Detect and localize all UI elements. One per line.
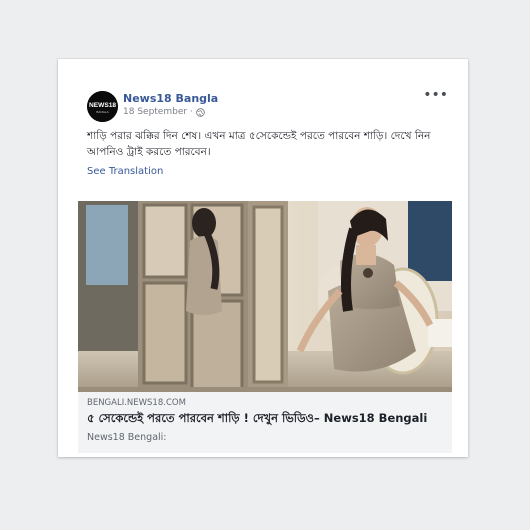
post-header: NEWS18 BANGLA News18 Bangla 18 September… (78, 84, 452, 122)
link-preview-card[interactable]: BENGALI.NEWS18.COM ৫ সেকেন্ডেই পরতে পারব… (78, 201, 452, 453)
news18-logo: NEWS18 BANGLA (87, 91, 118, 122)
more-options-icon[interactable]: ••• (423, 88, 448, 102)
avatar-subtext: BANGLA (96, 110, 108, 114)
see-translation-link[interactable]: See Translation (87, 166, 163, 177)
link-preview-image[interactable] (78, 201, 452, 392)
page-avatar[interactable]: NEWS18 BANGLA (87, 91, 118, 122)
page-name[interactable]: News18 Bangla (123, 92, 218, 105)
link-domain: BENGALI.NEWS18.COM (87, 398, 186, 408)
globe-icon (195, 107, 205, 117)
post-date[interactable]: 18 September · (123, 107, 193, 117)
post-meta: 18 September · (123, 107, 205, 117)
link-headline[interactable]: ৫ সেকেন্ডেই পরতে পারবেন শাড়ি ! দেখুন ভি… (87, 410, 447, 429)
facebook-post: NEWS18 BANGLA News18 Bangla 18 September… (78, 84, 452, 453)
screenshot-frame: NEWS18 BANGLA News18 Bangla 18 September… (58, 59, 468, 457)
link-description: News18 Bengali: (87, 432, 167, 443)
avatar-text: NEWS18 (89, 102, 116, 109)
post-text: শাড়ি পরার ঝক্কির দিন শেষ। এখন মাত্র ৫সে… (87, 130, 431, 158)
